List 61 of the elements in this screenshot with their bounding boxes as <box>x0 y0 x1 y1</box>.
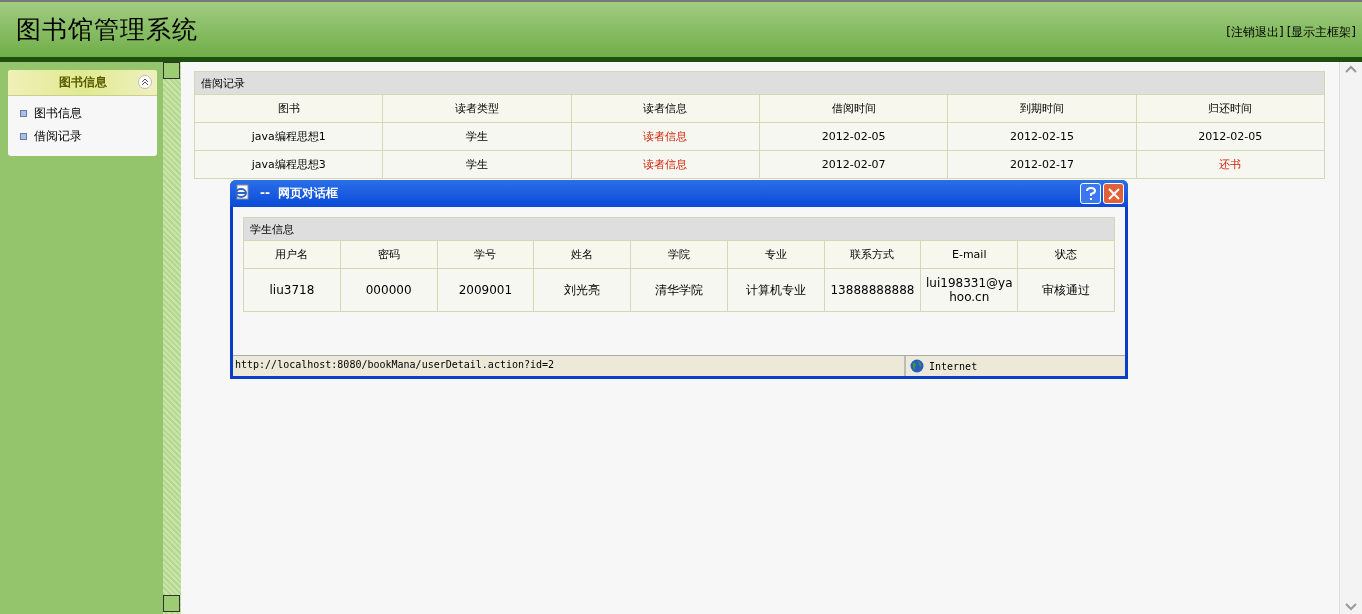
page-icon <box>234 184 250 203</box>
column-header: E-mail <box>920 240 1018 269</box>
column-header: 状态 <box>1017 240 1115 269</box>
table-cell: 计算机专业 <box>727 268 825 312</box>
resize-handle[interactable] <box>163 595 180 612</box>
column-header: 借阅时间 <box>759 94 948 123</box>
collapse-icon[interactable] <box>138 75 152 89</box>
table-cell: 刘光亮 <box>533 268 631 312</box>
question-mark-icon <box>1084 186 1097 201</box>
table-caption: 学生信息 <box>243 217 1115 241</box>
table-cell: 2012-02-05 <box>1136 122 1325 151</box>
table-cell: 2012-02-17 <box>947 150 1137 179</box>
column-header: 读者信息 <box>571 94 760 123</box>
table-link[interactable]: 读者信息 <box>571 150 760 179</box>
globe-icon <box>910 359 924 373</box>
table-link[interactable]: 读者信息 <box>571 122 760 151</box>
status-zone: Internet <box>929 360 978 372</box>
bullet-icon <box>20 133 27 140</box>
header-link[interactable]: [注销退出] <box>1226 24 1284 41</box>
table-cell: 13888888888 <box>824 268 921 312</box>
scrollbar[interactable] <box>1339 62 1362 614</box>
table-cell: liu3718 <box>243 268 341 312</box>
header-link[interactable]: [显示主框架] <box>1286 24 1356 41</box>
table-cell: 学生 <box>382 122 572 151</box>
column-header: 学院 <box>630 240 728 269</box>
help-button[interactable] <box>1080 183 1101 204</box>
table-caption: 借阅记录 <box>194 71 1325 95</box>
app-title: 图书馆管理系统 <box>16 14 198 46</box>
table-cell: java编程思想3 <box>194 150 383 179</box>
close-icon <box>1107 187 1120 200</box>
table-cell: 000000 <box>340 268 438 312</box>
table-cell: 审核通过 <box>1017 268 1115 312</box>
column-header: 联系方式 <box>824 240 921 269</box>
table-cell: java编程思想1 <box>194 122 383 151</box>
table-link[interactable]: 还书 <box>1136 150 1325 179</box>
column-header: 姓名 <box>533 240 631 269</box>
table-cell: lui198331@yahoo.cn <box>920 268 1018 312</box>
panel-title: 图书信息 <box>58 74 107 91</box>
column-header: 图书 <box>194 94 383 123</box>
column-header: 学号 <box>437 240 534 269</box>
table-cell: 2012-02-05 <box>759 122 948 151</box>
table-cell: 清华学院 <box>630 268 728 312</box>
status-url: http://localhost:8080/bookMana/userDetail.action?id=2 <box>233 356 906 376</box>
scroll-up-icon[interactable] <box>1345 65 1357 73</box>
sidebar-item[interactable]: 图书信息 <box>34 105 82 122</box>
table-cell: 2012-02-07 <box>759 150 948 179</box>
table-cell: 2012-02-15 <box>947 122 1137 151</box>
table-cell: 学生 <box>382 150 572 179</box>
column-header: 到期时间 <box>947 94 1137 123</box>
column-header: 密码 <box>340 240 438 269</box>
column-header: 归还时间 <box>1136 94 1325 123</box>
column-header: 读者类型 <box>382 94 572 123</box>
column-header: 专业 <box>727 240 825 269</box>
dialog-title: -- 网页对话框 <box>260 185 339 202</box>
sidebar-item[interactable]: 借阅记录 <box>34 128 82 145</box>
column-header: 用户名 <box>243 240 341 269</box>
bullet-icon <box>20 110 27 117</box>
table-cell: 2009001 <box>437 268 534 312</box>
collapse-handle[interactable] <box>163 62 180 79</box>
scroll-down-icon[interactable] <box>1345 603 1357 611</box>
close-button[interactable] <box>1103 183 1124 204</box>
